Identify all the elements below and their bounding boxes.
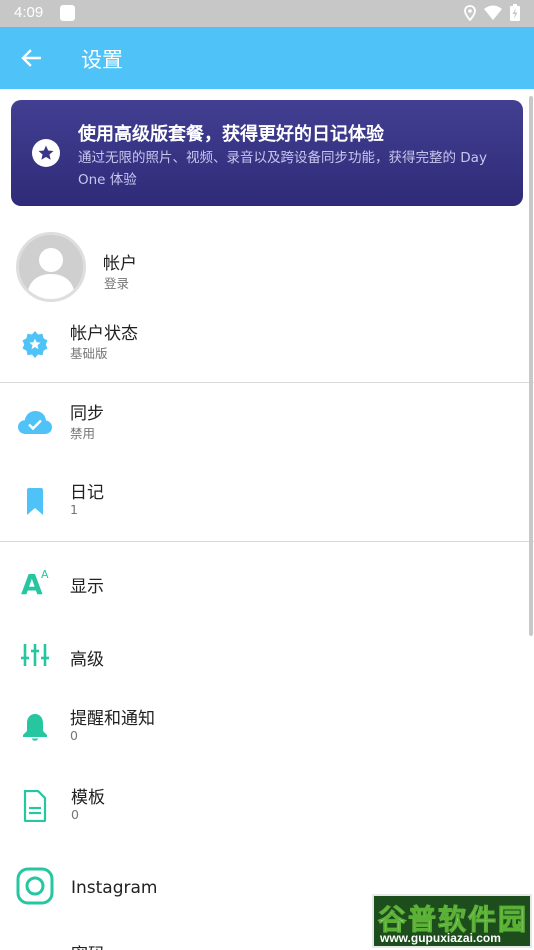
divider xyxy=(0,382,534,383)
instagram-title: Instagram xyxy=(71,878,158,898)
app-bar: 设置 xyxy=(0,27,534,89)
sync-title: 同步 xyxy=(70,404,104,424)
page-title: 设置 xyxy=(81,49,123,72)
font-size-icon: A A xyxy=(21,566,53,598)
instagram-icon xyxy=(16,867,54,905)
divider xyxy=(0,541,534,542)
star-badge-icon xyxy=(32,139,60,167)
templates-title: 模板 xyxy=(71,788,105,808)
watermark: 谷普软件园 www.gupuxiazai.com xyxy=(372,894,532,948)
cloud-check-icon xyxy=(17,408,53,436)
back-button[interactable] xyxy=(14,43,48,73)
battery-icon xyxy=(510,4,520,21)
bell-icon xyxy=(21,712,49,742)
advanced-title: 高级 xyxy=(70,650,104,670)
reminders-title: 提醒和通知 xyxy=(70,709,155,729)
svg-text:A: A xyxy=(41,568,49,581)
premium-promo-card[interactable]: 使用高级版套餐，获得更好的日记体验 通过无限的照片、视频、录音以及跨设备同步功能… xyxy=(11,100,523,206)
bookmark-icon xyxy=(25,487,45,515)
templates-subtitle: 0 xyxy=(71,807,79,822)
account-status-title: 帐户状态 xyxy=(70,324,138,344)
person-icon xyxy=(19,235,83,299)
arrow-left-icon xyxy=(21,49,41,67)
display-title: 显示 xyxy=(70,577,104,597)
journals-subtitle: 1 xyxy=(70,502,78,517)
reminders-subtitle: 0 xyxy=(70,728,78,743)
wifi-icon xyxy=(484,5,502,20)
account-title: 帐户 xyxy=(103,254,137,274)
promo-description: 通过无限的照片、视频、录音以及跨设备同步功能，获得完整的 Day One 体验 xyxy=(78,150,487,188)
status-bar: 4:09 xyxy=(0,0,534,27)
account-status-subtitle: 基础版 xyxy=(70,346,108,361)
sync-subtitle: 禁用 xyxy=(70,426,96,441)
watermark-url: www.gupuxiazai.com xyxy=(380,931,501,945)
avatar[interactable] xyxy=(16,232,86,302)
passcode-title: 密码 xyxy=(71,940,105,950)
journals-title: 日记 xyxy=(70,483,104,503)
sliders-icon xyxy=(21,642,49,668)
location-icon xyxy=(464,4,476,21)
verified-badge-icon xyxy=(21,330,49,358)
document-icon xyxy=(22,789,48,823)
scrollbar[interactable] xyxy=(529,96,533,636)
status-time: 4:09 xyxy=(14,4,44,21)
svg-text:A: A xyxy=(21,568,43,598)
account-subtitle: 登录 xyxy=(104,276,130,291)
status-icons xyxy=(464,4,520,21)
notification-icon xyxy=(60,5,75,21)
promo-title: 使用高级版套餐，获得更好的日记体验 xyxy=(78,124,384,145)
